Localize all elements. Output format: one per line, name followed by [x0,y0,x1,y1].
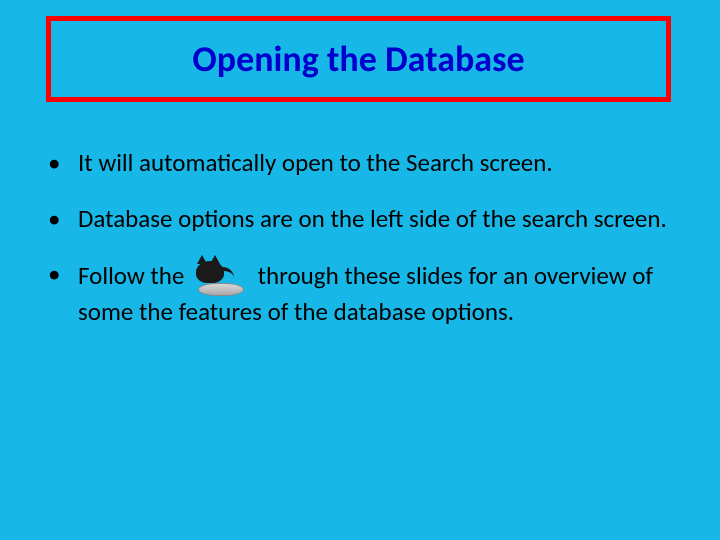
bullet-1-text: It will automatically open to the Search… [78,148,680,178]
bullet-marker: • [42,148,78,178]
title-box: Opening the Database [46,16,671,102]
slide-title: Opening the Database [192,37,524,81]
bullet-3: • Follow the through these slides for an… [42,259,680,327]
bullet-2-text: Database options are on the left side of… [78,204,680,234]
bullet-2: • Database options are on the left side … [42,204,680,234]
bullet-1: • It will automatically open to the Sear… [42,148,680,178]
bullet-marker: • [42,204,78,234]
bullet-3-text-before: Follow the [78,260,190,291]
content-area: • It will automatically open to the Sear… [42,148,680,353]
cat-on-bowl-icon [192,259,250,297]
bullet-marker: • [42,259,78,327]
bullet-3-text: Follow the through these slides for an o… [78,259,680,327]
